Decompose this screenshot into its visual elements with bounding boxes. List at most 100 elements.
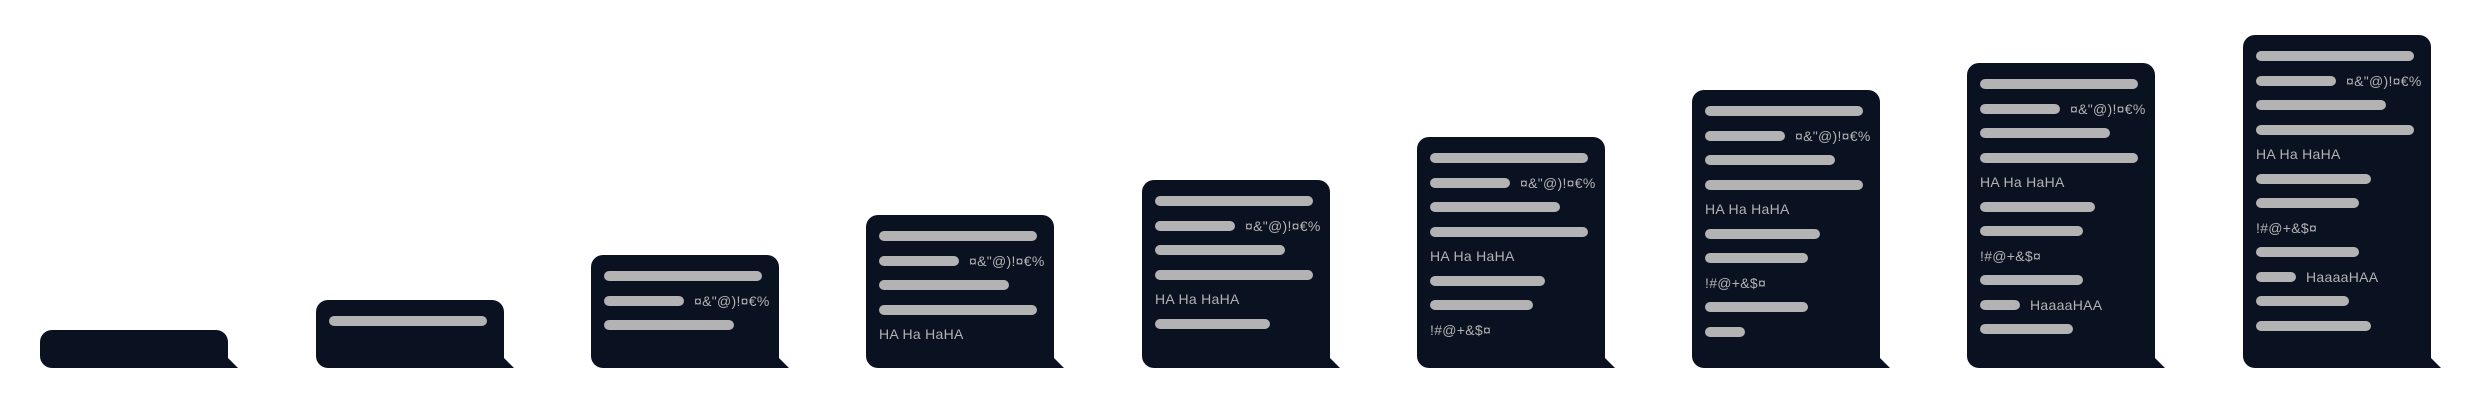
text-placeholder-bar: [879, 231, 1037, 241]
bubble-line: [1705, 226, 1820, 242]
bubble-line: ¤&"@)!¤€%: [2256, 73, 2422, 89]
bubble-line: ¤&"@)!¤€%: [604, 293, 770, 309]
bubble-tail: [2153, 356, 2165, 368]
bubble-text: ¤&"@)!¤€%: [2346, 72, 2422, 89]
text-placeholder-bar: [1980, 152, 2138, 163]
bubble-line: HaaaaHAA: [2256, 269, 2378, 285]
text-placeholder-bar: [2256, 247, 2359, 257]
text-placeholder-bar: [1980, 299, 2020, 310]
bubble-line: HA Ha HaHA: [1430, 248, 1515, 264]
message-bubble: [316, 300, 514, 368]
bubble-tail: [1052, 356, 1064, 368]
bubble-line: [879, 228, 1037, 244]
bubble-line: HaaaaHAA: [1980, 297, 2102, 313]
bubble-line: [2256, 122, 2414, 138]
bubble-line: [1430, 150, 1588, 166]
bubble-text: ¤&"@)!¤€%: [694, 292, 770, 309]
text-placeholder-bar: [1705, 228, 1820, 239]
bubble-text: HaaaaHAA: [2030, 296, 2103, 313]
bubble-tail: [502, 356, 514, 368]
text-placeholder-bar: [329, 316, 487, 326]
bubble-line: [1155, 267, 1313, 283]
bubble-text: HA Ha HaHA: [2256, 146, 2341, 162]
text-placeholder-bar: [1155, 220, 1235, 231]
bubble-line: [1980, 199, 2095, 215]
bubble-line: ¤&"@)!¤€%: [879, 253, 1045, 269]
bubble-line: HA Ha HaHA: [2256, 146, 2341, 162]
bubble-line: !#@+&$¤: [1705, 275, 1766, 291]
bubble-line: [1430, 199, 1560, 215]
bubble-text: !#@+&$¤: [1430, 321, 1492, 338]
text-placeholder-bar: [1430, 275, 1545, 286]
bubble-line: HA Ha HaHA: [1705, 201, 1790, 217]
text-placeholder-bar: [604, 320, 734, 330]
text-placeholder-bar: [2256, 271, 2296, 282]
text-placeholder-bar: [1705, 179, 1863, 190]
bubble-line: [1705, 250, 1808, 266]
bubble-text: HA Ha HaHA: [1980, 174, 2065, 190]
bubble-line: [1980, 125, 2110, 141]
text-placeholder-bar: [2256, 320, 2371, 331]
bubble-tail: [1328, 356, 1340, 368]
bubble-line: HA Ha HaHA: [1155, 291, 1240, 307]
bubble-text: ¤&"@)!¤€%: [1245, 217, 1321, 234]
text-placeholder-bar: [1705, 155, 1835, 165]
bubble-line: [879, 302, 1037, 318]
text-placeholder-bar: [1155, 269, 1313, 280]
bubble-line: [604, 268, 762, 284]
bubble-line: [1980, 321, 2073, 337]
text-placeholder-bar: [1155, 245, 1285, 255]
message-bubble: ¤&"@)!¤€% HA Ha HaHA: [1142, 180, 1340, 368]
text-placeholder-bar: [1705, 106, 1863, 116]
text-placeholder-bar: [2256, 124, 2414, 135]
text-placeholder-bar: [1980, 103, 2060, 114]
text-placeholder-bar: [1705, 130, 1785, 141]
bubble-line: ¤&"@)!¤€%: [1155, 218, 1321, 234]
bubble-line: [2256, 171, 2371, 187]
bubble-text: HA Ha HaHA: [1155, 291, 1240, 307]
text-placeholder-bar: [1155, 318, 1270, 329]
bubble-line: [2256, 244, 2359, 260]
text-placeholder-bar: [1705, 302, 1808, 312]
bubble-line: [2256, 97, 2386, 113]
text-placeholder-bar: [2256, 198, 2359, 208]
bubble-line: [2256, 195, 2359, 211]
text-placeholder-bar: [1980, 79, 2138, 89]
bubble-line: [2256, 318, 2371, 334]
text-placeholder-bar: [604, 295, 684, 306]
bubble-line: !#@+&$¤: [1980, 248, 2041, 264]
bubble-line: [1155, 242, 1285, 258]
bubble-line: [1430, 273, 1545, 289]
text-placeholder-bar: [1430, 202, 1560, 212]
message-bubble: ¤&"@)!¤€% HA Ha HaHA !#@+&$¤: [1417, 137, 1615, 368]
text-placeholder-bar: [879, 280, 1009, 290]
bubble-line: HA Ha HaHA: [879, 326, 964, 342]
bubble-text: !#@+&$¤: [2256, 219, 2318, 236]
bubble-line: [329, 313, 487, 329]
text-placeholder-bar: [1430, 177, 1510, 188]
bubble-line: [1980, 223, 2083, 239]
bubble-text: HaaaaHAA: [2306, 268, 2379, 285]
message-bubble: ¤&"@)!¤€% HA Ha HaHA: [866, 215, 1064, 368]
text-placeholder-bar: [1430, 153, 1588, 163]
text-placeholder-bar: [1980, 275, 2083, 285]
bubble-line: [2256, 293, 2349, 309]
bubble-text: HA Ha HaHA: [1705, 201, 1790, 217]
bubble-tail: [226, 356, 238, 368]
message-bubble: ¤&"@)!¤€% HA Ha HaHA !#@+&$¤ HaaaaHAA: [1967, 63, 2165, 368]
bubble-line: ¤&"@)!¤€%: [1430, 175, 1596, 191]
bubble-line: [1705, 324, 1745, 340]
text-placeholder-bar: [1980, 226, 2083, 236]
bubble-line: HA Ha HaHA: [1980, 174, 2065, 190]
text-placeholder-bar: [1980, 128, 2110, 138]
bubble-text: ¤&"@)!¤€%: [1520, 174, 1596, 191]
bubble-line: [1430, 297, 1533, 313]
bubble-text: HA Ha HaHA: [1430, 248, 1515, 264]
bubble-line: [1155, 316, 1270, 332]
message-bubble: [40, 330, 238, 368]
bubble-text: HA Ha HaHA: [879, 326, 964, 342]
bubble-line: !#@+&$¤: [2256, 220, 2317, 236]
message-bubble: ¤&"@)!¤€% HA Ha HaHA !#@+&$¤: [1692, 90, 1890, 368]
text-placeholder-bar: [1980, 201, 2095, 212]
bubble-text: ¤&"@)!¤€%: [1795, 127, 1871, 144]
